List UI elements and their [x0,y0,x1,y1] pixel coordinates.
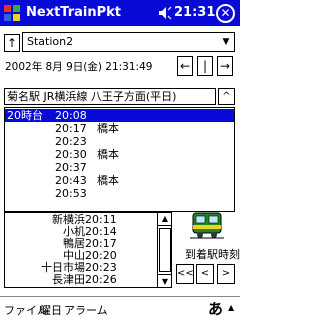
stops-scrollbar[interactable]: ▲ ▼ [157,212,172,288]
destination: 橋本 [97,122,119,135]
title-bar: NextTrainPkt 21:31 ✕ [0,0,240,26]
previous-button[interactable]: < [196,264,214,284]
scroll-up-arrow-icon[interactable]: ▲ [158,212,172,226]
timetable-row[interactable]: 20:37 [5,161,234,174]
departure-time: 20:30 [55,148,87,161]
menu-alarm[interactable]: アラーム [64,302,108,318]
app-title: NextTrainPkt [26,5,122,20]
departure-time: 20:08 [55,109,87,122]
departure-time: 20:23 [55,135,87,148]
destination: 橋本 [97,174,119,187]
list-item[interactable]: 長津田 20:26 [5,274,155,286]
station-value: Station2 [27,35,74,48]
departure-time: 20:43 [55,174,87,187]
swap-direction-button[interactable]: ↑ [4,34,20,52]
arrival-time-label: 到着駅時刻 [185,248,240,261]
timetable-row[interactable]: 20:23 [5,135,234,148]
departure-time: 20:53 [55,187,87,200]
scroll-down-arrow-icon[interactable]: ▼ [158,274,172,288]
timetable-row[interactable]: 20:30 橋本 [5,148,234,161]
menu-bar: ファイル 曜日 アラーム あ ▲ [0,296,240,320]
next-button[interactable]: > [217,264,235,284]
timetable-list[interactable]: 20時台 20:08 20:17 橋本 20:23 20:30 橋本 20:37… [4,107,235,212]
destination: 橋本 [97,148,119,161]
now-button[interactable]: | [197,56,213,76]
stop-name: 長津田 [52,273,85,286]
next-train-button[interactable]: → [217,56,233,76]
scroll-thumb[interactable] [159,228,171,272]
train-icon [190,212,224,239]
chevron-up-icon[interactable]: ▲ [228,303,234,312]
timetable-row[interactable]: 20:17 橋本 [5,122,234,135]
clock[interactable]: 21:31 [174,5,215,20]
departure-time: 20:37 [55,161,87,174]
menu-day-of-week[interactable]: 曜日 [40,302,62,318]
station-select[interactable]: Station2 ▼ [22,32,235,52]
current-datetime: 2002年 8月 9日(金) 21:31:49 [5,61,153,73]
first-page-button[interactable]: << [176,264,194,284]
timetable-row[interactable]: 20時台 20:08 [5,109,234,122]
timetable-row[interactable]: 20:53 [5,187,234,200]
stop-time: 20:26 [85,273,117,286]
line-scroll-up-button[interactable]: ^ [218,88,235,105]
hour-label: 20時台 [7,109,43,122]
stops-list[interactable]: 新横浜 20:11 小机 20:14 鴨居 20:17 中山 20:20 十日市… [4,212,172,288]
chevron-down-icon[interactable]: ▼ [218,33,234,51]
line-direction-header[interactable]: 菊名駅 JR横浜線 八王子方面(平日) [4,88,216,105]
departure-time: 20:17 [55,122,87,135]
timetable-row[interactable]: 20:43 橋本 [5,174,234,187]
ok-close-button[interactable]: ✕ [216,4,235,23]
windows-start-icon[interactable] [2,3,22,23]
close-icon: ✕ [220,6,231,20]
input-method-icon[interactable]: あ [208,298,223,319]
prev-train-button[interactable]: ← [177,56,193,76]
speaker-icon[interactable] [158,6,172,20]
